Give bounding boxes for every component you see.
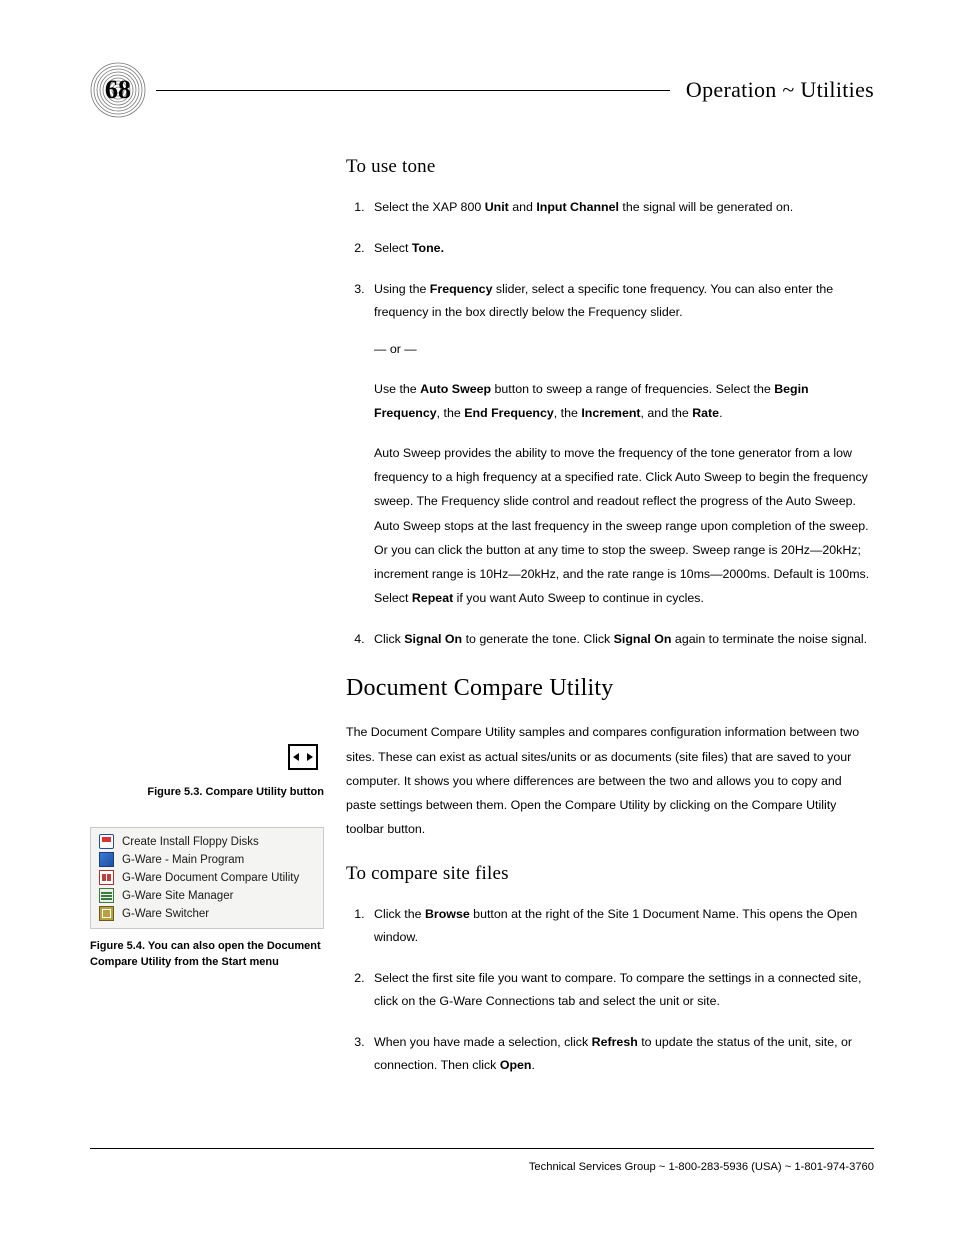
footer-group: Technical Services Group: [529, 1161, 656, 1173]
text: if you want Auto Sweep to continue in cy…: [453, 591, 704, 605]
or-separator: — or —: [374, 338, 874, 361]
header-title-suffix: Utilities: [800, 77, 874, 102]
start-menu-item: G-Ware Switcher: [97, 905, 317, 923]
text: the signal will be generated on.: [619, 200, 793, 214]
floppy-icon: [99, 834, 114, 849]
figure-5-3-caption: Figure 5.3. Compare Utility button: [90, 785, 324, 801]
tone-step-2: Select Tone.: [368, 237, 874, 260]
compare-intro-paragraph: The Document Compare Utility samples and…: [346, 720, 874, 841]
text: , and the: [641, 406, 693, 420]
start-menu-label: G-Ware Site Manager: [122, 890, 233, 902]
text: button to sweep a range of frequencies. …: [491, 382, 774, 396]
bold-increment: Increment: [581, 406, 640, 420]
bold-tone: Tone.: [412, 241, 444, 255]
start-menu-item: G-Ware - Main Program: [97, 851, 317, 869]
bold-signal-on-1: Signal On: [404, 632, 462, 646]
section-title-document-compare: Document Compare Utility: [346, 675, 874, 702]
footer-rule: [90, 1148, 874, 1149]
footer-sep: ~: [656, 1161, 669, 1173]
footer-phone-usa: 1-800-283-5936 (USA): [668, 1161, 781, 1173]
bold-repeat: Repeat: [412, 591, 453, 605]
sidebar: Figure 5.3. Compare Utility button Creat…: [90, 156, 346, 971]
site-manager-icon: [99, 888, 114, 903]
tone-step-1: Select the XAP 800 Unit and Input Channe…: [368, 196, 874, 219]
start-menu-item: Create Install Floppy Disks: [97, 833, 317, 851]
start-menu-label: G-Ware Switcher: [122, 908, 209, 920]
text: Select the first site file you want to c…: [374, 971, 861, 1008]
text: Using the: [374, 282, 430, 296]
text: , the: [437, 406, 465, 420]
bold-rate: Rate: [692, 406, 719, 420]
text: and: [509, 200, 537, 214]
text: Click the: [374, 907, 425, 921]
compare-icon: [99, 870, 114, 885]
header-title-sep: ~: [777, 77, 801, 102]
bold-frequency: Frequency: [430, 282, 493, 296]
subheading-to-compare-site-files: To compare site files: [346, 863, 874, 885]
page-header: 68 Operation ~ Utilities: [90, 62, 874, 118]
start-menu-screenshot: Create Install Floppy Disks G-Ware - Mai…: [90, 827, 324, 929]
text: , the: [554, 406, 582, 420]
footer-sep: ~: [782, 1161, 795, 1173]
start-menu-label: G-Ware - Main Program: [122, 854, 244, 866]
bold-signal-on-2: Signal On: [614, 632, 672, 646]
compare-step-3: When you have made a selection, click Re…: [368, 1031, 874, 1077]
page-footer: Technical Services Group ~ 1-800-283-593…: [90, 1148, 874, 1173]
figure-5-4-caption: Figure 5.4. You can also open the Docume…: [90, 939, 324, 971]
text: .: [531, 1058, 534, 1072]
text: Click: [374, 632, 404, 646]
bold-input-channel: Input Channel: [536, 200, 619, 214]
tone-step-3: Using the Frequency slider, select a spe…: [368, 278, 874, 611]
text: .: [719, 406, 722, 420]
page: 68 Operation ~ Utilities Figure 5.3. Com…: [0, 0, 954, 1235]
text: When you have made a selection, click: [374, 1035, 592, 1049]
sidebar-spacer: [90, 156, 324, 744]
compare-steps: Click the Browse button at the right of …: [346, 903, 874, 1077]
header-title: Operation ~ Utilities: [686, 77, 874, 103]
tone-steps: Select the XAP 800 Unit and Input Channe…: [346, 196, 874, 651]
tone-step-4: Click Signal On to generate the tone. Cl…: [368, 628, 874, 651]
footer-phone-alt: 1-801-974-3760: [794, 1161, 874, 1173]
text: Use the: [374, 382, 420, 396]
text: to generate the tone. Click: [462, 632, 614, 646]
compare-step-2: Select the first site file you want to c…: [368, 967, 874, 1013]
compare-step-1: Click the Browse button at the right of …: [368, 903, 874, 949]
bold-refresh: Refresh: [592, 1035, 638, 1049]
start-menu-item: G-Ware Site Manager: [97, 887, 317, 905]
text: Auto Sweep provides the ability to move …: [374, 446, 869, 605]
bold-open: Open: [500, 1058, 532, 1072]
start-menu-item: G-Ware Document Compare Utility: [97, 869, 317, 887]
text: again to terminate the noise signal.: [671, 632, 867, 646]
compare-utility-icon: [288, 744, 318, 770]
content: Figure 5.3. Compare Utility button Creat…: [90, 156, 874, 1101]
footer-text: Technical Services Group ~ 1-800-283-593…: [90, 1161, 874, 1173]
subheading-to-use-tone: To use tone: [346, 156, 874, 178]
compare-utility-icon-wrap: [90, 744, 324, 775]
bold-browse: Browse: [425, 907, 470, 921]
bold-end-frequency: End Frequency: [464, 406, 554, 420]
bold-unit: Unit: [485, 200, 509, 214]
start-menu-label: G-Ware Document Compare Utility: [122, 872, 299, 884]
start-menu-label: Create Install Floppy Disks: [122, 836, 259, 848]
text: Select: [374, 241, 412, 255]
text: Select the XAP 800: [374, 200, 485, 214]
page-number: 68: [90, 62, 146, 118]
switcher-icon: [99, 906, 114, 921]
step3-para3: Auto Sweep provides the ability to move …: [374, 441, 874, 610]
step3-para2: Use the Auto Sweep button to sweep a ran…: [374, 377, 874, 425]
main-column: To use tone Select the XAP 800 Unit and …: [346, 156, 874, 1101]
header-rule: [156, 90, 670, 91]
bold-auto-sweep: Auto Sweep: [420, 382, 491, 396]
page-number-badge: 68: [90, 62, 146, 118]
header-title-prefix: Operation: [686, 77, 777, 102]
gware-icon: [99, 852, 114, 867]
